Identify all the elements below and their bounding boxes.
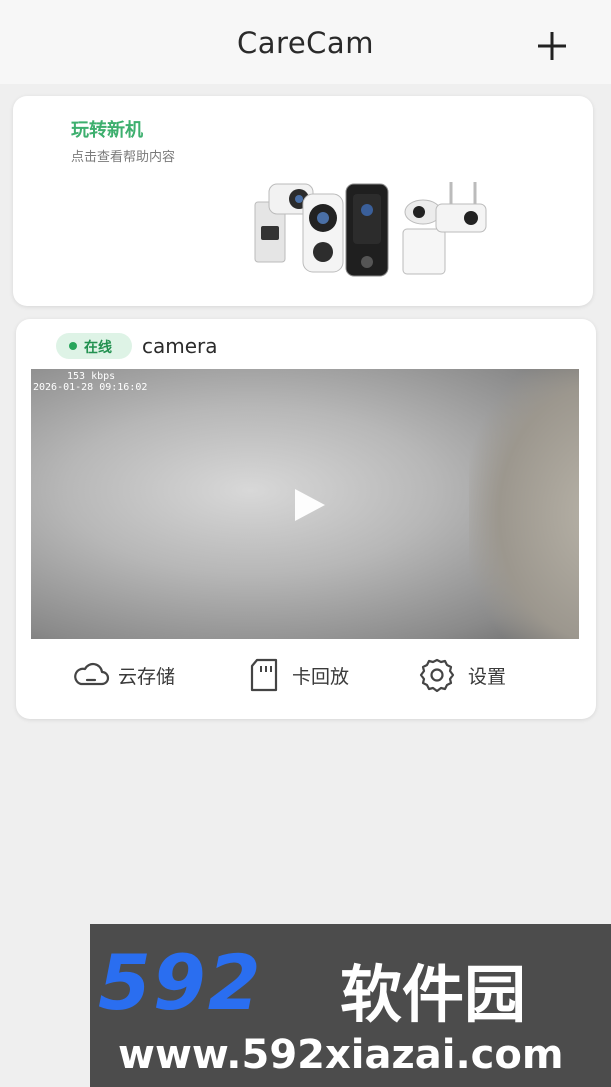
osd-overlay: 153 kbps 2026-01-28 09:16:02 — [33, 371, 147, 393]
play-icon[interactable] — [293, 487, 327, 523]
sd-card-icon — [250, 658, 278, 692]
cloud-storage-label: 云存储 — [118, 666, 176, 688]
card-playback-button[interactable]: 卡回放 — [248, 656, 368, 696]
watermark-name: 软件园 — [340, 958, 527, 1031]
camera-devices-image — [254, 182, 487, 277]
video-preview[interactable]: 153 kbps 2026-01-28 09:16:02 — [31, 369, 579, 639]
cloud-icon — [74, 662, 110, 686]
watermark-number: 592 — [98, 938, 263, 1027]
osd-timestamp: 2026-01-28 09:16:02 — [33, 382, 148, 393]
status-badge: 在线 — [56, 333, 132, 359]
settings-label: 设置 — [468, 666, 507, 688]
settings-button[interactable]: 设置 — [418, 656, 528, 696]
promo-title: 玩转新机 — [71, 120, 143, 141]
watermark-banner: 592 软件园 www.592xiazai.com — [90, 924, 611, 1087]
camera-card: 在线 camera 153 kbps 2026-01-28 09:16:02 云… — [16, 319, 596, 719]
app-title: CareCam — [237, 26, 374, 60]
promo-subtitle: 点击查看帮助内容 — [71, 150, 176, 165]
gear-icon — [419, 658, 455, 693]
osd-bitrate: 153 kbps — [67, 371, 116, 382]
app-header: CareCam — [0, 0, 611, 84]
camera-name: camera — [142, 334, 218, 358]
watermark-url: www.592xiazai.com — [118, 1032, 564, 1078]
promo-card[interactable]: 玩转新机 点击查看帮助内容 — [13, 96, 593, 306]
status-text: 在线 — [84, 340, 112, 356]
plus-icon[interactable] — [534, 28, 570, 64]
online-dot — [69, 342, 77, 350]
card-playback-label: 卡回放 — [292, 666, 350, 688]
video-edge-shading — [469, 369, 579, 639]
cloud-storage-button[interactable]: 云存储 — [72, 656, 192, 696]
